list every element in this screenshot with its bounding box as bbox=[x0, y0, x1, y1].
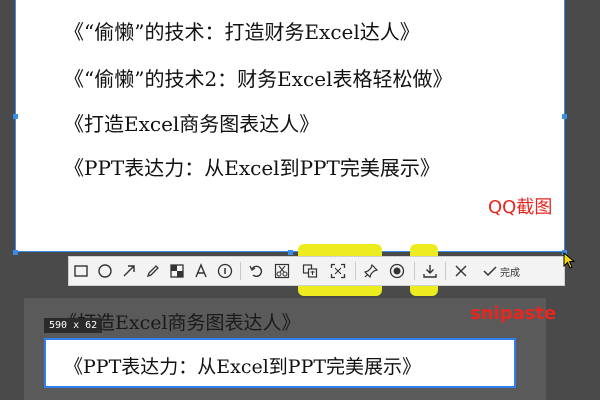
toolbar-divider bbox=[355, 262, 356, 280]
text-icon bbox=[195, 263, 207, 278]
confirm-label: 完成 bbox=[500, 267, 520, 279]
pen-tool-button[interactable] bbox=[141, 256, 165, 286]
confirm-button[interactable]: 完成 bbox=[473, 256, 529, 286]
save-button[interactable] bbox=[418, 256, 442, 286]
resize-handle-bottom-left[interactable] bbox=[13, 250, 18, 255]
qq-capture-region[interactable]: 《“偷懒”的技术：打造财务Excel达人》 《“偷懒”的技术2：财务Excel表… bbox=[15, 0, 565, 252]
pin-icon bbox=[363, 263, 379, 279]
undo-icon bbox=[249, 265, 263, 278]
rectangle-tool-button[interactable] bbox=[69, 256, 93, 286]
cut-button[interactable] bbox=[268, 256, 296, 286]
scan-text-icon bbox=[330, 263, 346, 279]
snipaste-selected-line: 《PPT表达力：从Excel到PPT完美展示》 bbox=[64, 356, 422, 378]
numbered-circle-icon bbox=[217, 263, 233, 279]
ellipse-icon bbox=[98, 264, 112, 278]
translate-icon bbox=[302, 264, 318, 278]
rectangle-icon bbox=[74, 265, 88, 277]
snipaste-selection-region[interactable]: 《PPT表达力：从Excel到PPT完美展示》 bbox=[44, 338, 516, 388]
mosaic-tool-button[interactable] bbox=[165, 256, 189, 286]
capture-line-4: 《PPT表达力：从Excel到PPT完美展示》 bbox=[64, 156, 440, 180]
download-icon bbox=[423, 265, 437, 278]
number-tool-button[interactable] bbox=[213, 256, 237, 286]
mosaic-icon bbox=[170, 264, 184, 278]
scissors-icon bbox=[274, 263, 290, 279]
cancel-button[interactable] bbox=[449, 256, 473, 286]
ocr-button[interactable] bbox=[324, 256, 352, 286]
close-icon bbox=[455, 265, 467, 277]
pin-button[interactable] bbox=[359, 256, 383, 286]
snipaste-label: snipaste bbox=[470, 303, 557, 324]
selection-size-badge: 590 x 62 bbox=[44, 318, 103, 333]
capture-line-3: 《打造Excel商务图表达人》 bbox=[64, 112, 320, 136]
mouse-cursor-icon bbox=[563, 252, 576, 269]
checkmark-icon bbox=[483, 266, 497, 277]
text-tool-button[interactable] bbox=[189, 256, 213, 286]
resize-handle-right[interactable] bbox=[562, 114, 567, 119]
arrow-icon bbox=[123, 265, 135, 277]
translate-button[interactable] bbox=[296, 256, 324, 286]
undo-button[interactable] bbox=[244, 256, 268, 286]
pencil-icon bbox=[146, 265, 159, 278]
record-icon bbox=[389, 263, 405, 279]
screen-record-button[interactable] bbox=[383, 256, 411, 286]
toolbar-divider bbox=[414, 262, 415, 280]
screenshot-toolbar: 完成 bbox=[68, 256, 565, 286]
resize-handle-left[interactable] bbox=[13, 114, 18, 119]
capture-line-1: 《“偷懒”的技术：打造财务Excel达人》 bbox=[64, 20, 420, 44]
arrow-tool-button[interactable] bbox=[117, 256, 141, 286]
resize-handle-bottom[interactable] bbox=[288, 250, 293, 255]
toolbar-divider bbox=[240, 262, 241, 280]
toolbar-divider bbox=[445, 262, 446, 280]
capture-line-2: 《“偷懒”的技术2：财务Excel表格轻松做》 bbox=[64, 67, 453, 91]
ellipse-tool-button[interactable] bbox=[93, 256, 117, 286]
qq-screenshot-label: QQ截图 bbox=[488, 197, 553, 218]
